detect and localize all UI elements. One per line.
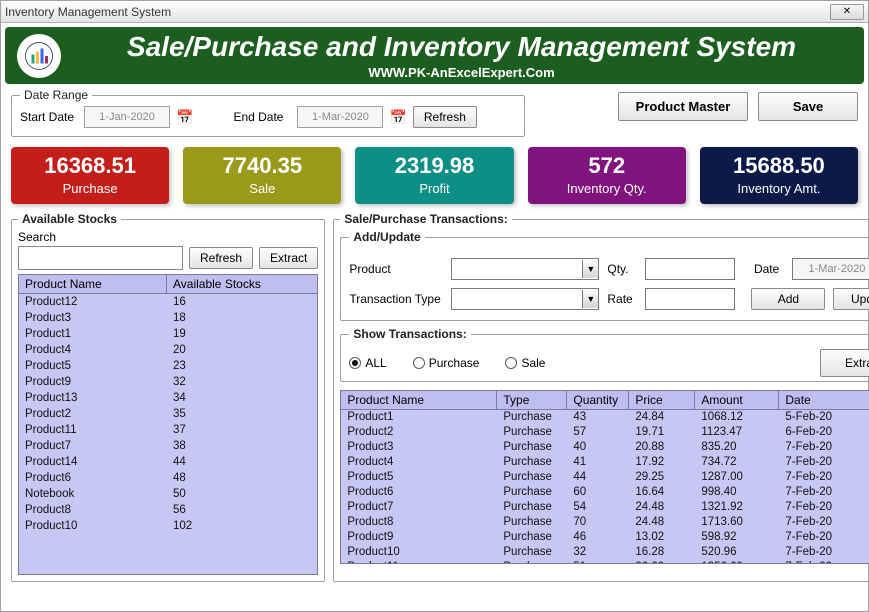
qty-input[interactable] xyxy=(645,258,735,280)
save-button[interactable]: Save xyxy=(758,92,858,121)
table-row[interactable]: Product3Purchase4020.88835.207-Feb-20 xyxy=(341,440,869,455)
metric-value: 572 xyxy=(532,153,682,179)
table-row[interactable]: Product1444 xyxy=(19,454,317,470)
table-row[interactable]: Product1216 xyxy=(19,294,317,310)
update-button[interactable]: Update xyxy=(833,288,869,310)
col-type[interactable]: Type xyxy=(497,391,567,409)
table-row[interactable]: Product932 xyxy=(19,374,317,390)
trans-date-input[interactable] xyxy=(792,258,869,280)
col-price[interactable]: Price xyxy=(629,391,695,409)
table-row[interactable]: Product420 xyxy=(19,342,317,358)
product-master-button[interactable]: Product Master xyxy=(618,92,748,121)
stock-table[interactable]: Product Name Available Stocks Product121… xyxy=(18,274,318,575)
table-row[interactable]: Product1137 xyxy=(19,422,317,438)
table-row[interactable]: Product648 xyxy=(19,470,317,486)
col-available-stocks[interactable]: Available Stocks xyxy=(167,275,317,293)
type-label: Transaction Type xyxy=(349,292,443,306)
start-date-label: Start Date xyxy=(20,110,78,124)
table-row[interactable]: Product10Purchase3216.28520.967-Feb-20 xyxy=(341,545,869,560)
type-select[interactable]: ▼ xyxy=(451,288,599,310)
transactions-legend: Sale/Purchase Transactions: xyxy=(340,212,511,226)
banner: Sale/Purchase and Inventory Management S… xyxy=(5,27,864,84)
end-date-input[interactable] xyxy=(297,106,383,128)
table-row[interactable]: Product523 xyxy=(19,358,317,374)
metric-label: Inventory Qty. xyxy=(532,181,682,196)
metric-inventory-qty: 572 Inventory Qty. xyxy=(528,147,686,204)
radio-purchase[interactable]: Purchase xyxy=(413,356,480,370)
banner-url: WWW.PK-AnExcelExpert.Com xyxy=(71,65,852,80)
chevron-down-icon: ▼ xyxy=(582,260,598,278)
end-date-label: End Date xyxy=(233,110,291,124)
col-product-name[interactable]: Product Name xyxy=(19,275,167,293)
table-row[interactable]: Product1334 xyxy=(19,390,317,406)
extract-stocks-button[interactable]: Extract xyxy=(259,247,318,269)
radio-sale[interactable]: Sale xyxy=(505,356,545,370)
available-stocks-group: Available Stocks Search Refresh Extract … xyxy=(11,212,325,582)
titlebar: Inventory Management System ✕ xyxy=(1,1,868,23)
search-input[interactable] xyxy=(18,246,183,270)
metric-value: 7740.35 xyxy=(187,153,337,179)
radio-all[interactable]: ALL xyxy=(349,356,386,370)
calendar-icon[interactable]: 📅 xyxy=(389,109,406,126)
table-row[interactable]: Product119 xyxy=(19,326,317,342)
metric-label: Sale xyxy=(187,181,337,196)
table-row[interactable]: Product1Purchase4324.841068.125-Feb-20 xyxy=(341,410,869,425)
available-legend: Available Stocks xyxy=(18,212,121,226)
col-name[interactable]: Product Name xyxy=(341,391,497,409)
extract-transactions-button[interactable]: Extract xyxy=(820,349,869,377)
table-row[interactable]: Product856 xyxy=(19,502,317,518)
metric-value: 15688.50 xyxy=(704,153,854,179)
metric-inventory-amt: 15688.50 Inventory Amt. xyxy=(700,147,858,204)
date-range-legend: Date Range xyxy=(20,88,92,102)
add-button[interactable]: Add xyxy=(751,288,825,310)
transactions-group: Sale/Purchase Transactions: Add/Update P… xyxy=(333,212,869,582)
qty-label: Qty. xyxy=(607,262,637,276)
table-row[interactable]: Product2Purchase5719.711123.476-Feb-20 xyxy=(341,425,869,440)
metric-value: 16368.51 xyxy=(15,153,165,179)
metric-label: Inventory Amt. xyxy=(704,181,854,196)
banner-title: Sale/Purchase and Inventory Management S… xyxy=(71,31,852,63)
add-update-legend: Add/Update xyxy=(349,230,424,244)
table-row[interactable]: Product7Purchase5424.481321.927-Feb-20 xyxy=(341,500,869,515)
show-transactions-group: Show Transactions: ALL Purchase Sale Ext… xyxy=(340,327,869,382)
transactions-table[interactable]: Product Name Type Quantity Price Amount … xyxy=(340,390,869,564)
metric-label: Profit xyxy=(359,181,509,196)
search-label: Search xyxy=(18,230,318,244)
col-qty[interactable]: Quantity xyxy=(567,391,629,409)
refresh-button[interactable]: Refresh xyxy=(413,106,477,128)
rate-input[interactable] xyxy=(645,288,735,310)
metric-profit: 2319.98 Profit xyxy=(355,147,513,204)
table-row[interactable]: Product235 xyxy=(19,406,317,422)
rate-label: Rate xyxy=(607,292,637,306)
col-date[interactable]: Date xyxy=(779,391,869,409)
calendar-icon[interactable]: 📅 xyxy=(176,109,193,126)
table-row[interactable]: Product4Purchase4117.92734.727-Feb-20 xyxy=(341,455,869,470)
metric-purchase: 16368.51 Purchase xyxy=(11,147,169,204)
table-row[interactable]: Product5Purchase4429.251287.007-Feb-20 xyxy=(341,470,869,485)
date-label: Date xyxy=(754,262,784,276)
table-row[interactable]: Notebook50 xyxy=(19,486,317,502)
table-row[interactable]: Product318 xyxy=(19,310,317,326)
metric-value: 2319.98 xyxy=(359,153,509,179)
table-row[interactable]: Product10102 xyxy=(19,518,317,534)
metric-label: Purchase xyxy=(15,181,165,196)
table-row[interactable]: Product6Purchase6016.64998.407-Feb-20 xyxy=(341,485,869,500)
chevron-down-icon: ▼ xyxy=(582,290,598,308)
metric-sale: 7740.35 Sale xyxy=(183,147,341,204)
table-row[interactable]: Product9Purchase4613.02598.927-Feb-20 xyxy=(341,530,869,545)
show-legend: Show Transactions: xyxy=(349,327,470,341)
col-amount[interactable]: Amount xyxy=(695,391,779,409)
add-update-group: Add/Update Product ▼ Qty. Date 📅 Transac… xyxy=(340,230,869,321)
start-date-input[interactable] xyxy=(84,106,170,128)
table-row[interactable]: Product11Purchase5126.601356.607-Feb-20 xyxy=(341,560,869,564)
product-label: Product xyxy=(349,262,443,276)
table-row[interactable]: Product738 xyxy=(19,438,317,454)
close-icon[interactable]: ✕ xyxy=(830,4,864,20)
refresh-stocks-button[interactable]: Refresh xyxy=(189,247,253,269)
app-logo xyxy=(17,34,61,78)
window-title: Inventory Management System xyxy=(5,5,171,19)
date-range-group: Date Range Start Date 📅 End Date 📅 Refre… xyxy=(11,88,525,137)
table-row[interactable]: Product8Purchase7024.481713.607-Feb-20 xyxy=(341,515,869,530)
product-select[interactable]: ▼ xyxy=(451,258,599,280)
